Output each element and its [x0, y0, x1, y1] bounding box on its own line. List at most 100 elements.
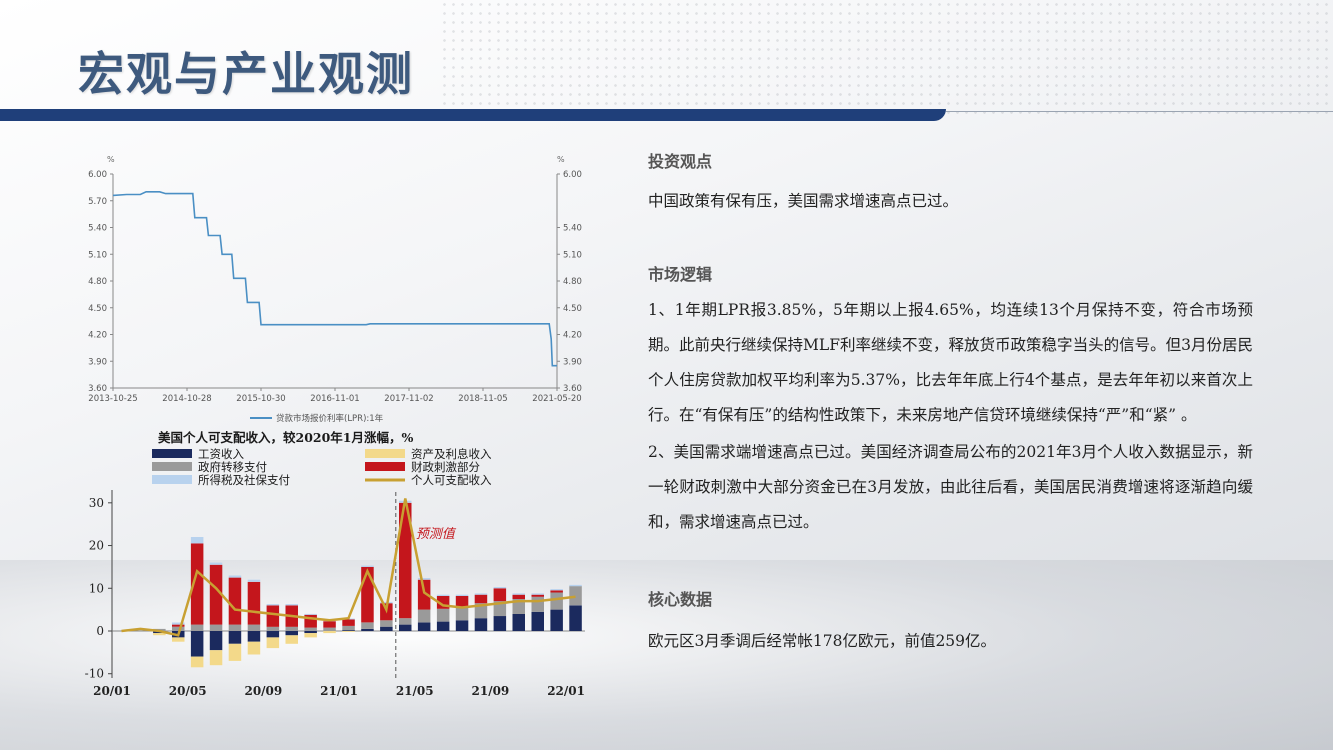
- bar-segment: [228, 577, 242, 625]
- y-tick-label: 4.20: [88, 331, 107, 341]
- bar-segment: [209, 562, 223, 565]
- section-heading-core: 核心数据: [648, 590, 713, 609]
- y-axis-unit-right: %: [557, 155, 565, 164]
- bar-segment: [417, 578, 431, 580]
- legend-swatch: [152, 449, 192, 458]
- bar-segment: [531, 611, 544, 631]
- logic-paragraph-2: 2、美国需求端增速高点已过。美国经济调查局公布的2021年3月个人收入数据显示，…: [648, 443, 1253, 531]
- x-tick-label: 2016-11-01: [310, 394, 359, 404]
- x-tick-label: 21/05: [396, 684, 434, 698]
- bar-segment: [190, 537, 204, 544]
- y-tick-label-right: 4.20: [563, 331, 582, 341]
- bar-segment: [228, 575, 242, 578]
- y-tick-label-right: 4.50: [563, 304, 582, 314]
- x-tick-label: 20/05: [169, 684, 207, 698]
- y-tick-label: 0: [96, 624, 104, 638]
- bar-segment: [380, 626, 393, 631]
- bar-segment: [266, 626, 280, 631]
- bar-segment: [304, 613, 317, 615]
- bar-segment: [436, 621, 450, 631]
- bar-segment: [342, 625, 355, 631]
- bar-segment: [285, 635, 298, 644]
- bar-segment: [399, 618, 412, 625]
- x-tick-label: 21/09: [472, 684, 510, 698]
- bar-segment: [190, 656, 204, 668]
- bar-segment: [361, 565, 374, 567]
- bar-segment: [190, 624, 204, 631]
- us-income-bar-chart: 美国个人可支配收入，较2020年1月涨幅，% 工资收入 资产及利息收入政府转移支付 财…: [85, 430, 585, 698]
- bar-segment: [569, 586, 582, 606]
- bar-segment: [172, 626, 185, 631]
- bar-segment: [342, 619, 355, 626]
- bar-segment: [247, 624, 261, 631]
- y-tick-label-right: 6.00: [563, 170, 582, 180]
- y-axis-unit-left: %: [107, 155, 115, 164]
- bar-segment: [531, 596, 544, 612]
- bar-segment: [417, 609, 431, 623]
- bar-segment: [304, 633, 317, 638]
- legend-label-disposable-income: 个人可支配收入: [411, 473, 492, 487]
- bar-segment: [436, 608, 450, 622]
- bar-segment: [380, 620, 393, 627]
- bar-segment: [474, 618, 488, 631]
- bar-segment: [550, 592, 563, 610]
- legend-label-lpr: 贷款市场报价利率(LPR):1年: [276, 413, 384, 424]
- legend-swatch: [152, 462, 192, 471]
- bar-segment: [172, 637, 185, 642]
- y-tick-label: -10: [85, 667, 104, 681]
- y-tick-label: 30: [89, 496, 104, 510]
- bar-segment: [285, 631, 298, 636]
- bar-segment: [247, 641, 261, 655]
- bar-segment: [512, 594, 525, 599]
- bar-segment: [455, 596, 469, 607]
- bar-segment: [209, 631, 223, 651]
- bar-segment: [361, 622, 374, 629]
- commentary-panel: 投资观点 中国政策有保有压，美国需求增速高点已过。 市场逻辑 1、1年期LPR报…: [648, 140, 1253, 659]
- x-tick-label: 2017-11-02: [384, 394, 433, 404]
- bar-segment: [361, 628, 374, 631]
- bar-segment: [417, 622, 431, 631]
- page-title: 宏观与产业观测: [78, 47, 414, 101]
- x-tick-label: 2018-11-05: [458, 394, 507, 404]
- lpr-line-chart: % %6.005.705.405.104.804.504.203.903.606.…: [88, 155, 582, 424]
- bar-segment: [455, 620, 469, 631]
- x-tick-label: 21/01: [320, 684, 358, 698]
- bar-segment: [493, 587, 507, 589]
- y-tick-label: 5.70: [88, 197, 107, 207]
- bar-segment: [266, 637, 280, 649]
- legend-label: 工资收入: [198, 447, 244, 461]
- bar-segment: [361, 566, 374, 623]
- y-tick-label: 3.90: [88, 357, 107, 367]
- bar-segment: [285, 626, 298, 631]
- bar-segment: [531, 594, 544, 597]
- bar-segment: [323, 627, 336, 631]
- logic-paragraph-1: 1、1年期LPR报3.85%，5年期以上报4.65%，均连续13个月保持不变，符…: [648, 301, 1253, 424]
- lpr-1y-line: [112, 190, 557, 367]
- x-tick-label: 2015-10-30: [236, 394, 285, 404]
- bar-segment: [285, 604, 298, 606]
- y-tick-label: 5.10: [88, 250, 107, 260]
- x-tick-label: 2013-10-25: [88, 394, 137, 404]
- y-tick-label-right: 5.40: [563, 224, 582, 234]
- bar-segment: [342, 630, 355, 631]
- core-text: 欧元区3月季调后经常帐178亿欧元，前值259亿。: [648, 632, 997, 650]
- forecast-annotation: 预测值: [416, 527, 457, 542]
- bar-segment: [323, 631, 336, 634]
- bar-segment: [474, 594, 488, 604]
- bar-segment: [304, 631, 317, 634]
- bar-segment: [493, 588, 507, 602]
- bar-segment: [531, 593, 544, 595]
- bar-segment: [474, 593, 488, 595]
- bar-segment: [153, 633, 166, 636]
- bar-segment: [209, 624, 223, 631]
- bar-segment: [266, 605, 280, 627]
- bar-segment: [399, 624, 412, 631]
- bar-segment: [228, 624, 242, 631]
- legend-swatch: [365, 449, 405, 458]
- section-heading-view: 投资观点: [648, 152, 713, 171]
- y-tick-label: 20: [89, 539, 104, 553]
- x-tick-label: 20/01: [93, 684, 131, 698]
- x-tick-label: 20/09: [244, 684, 282, 698]
- bar-segment: [550, 589, 563, 591]
- x-tick-label: 22/01: [547, 684, 585, 698]
